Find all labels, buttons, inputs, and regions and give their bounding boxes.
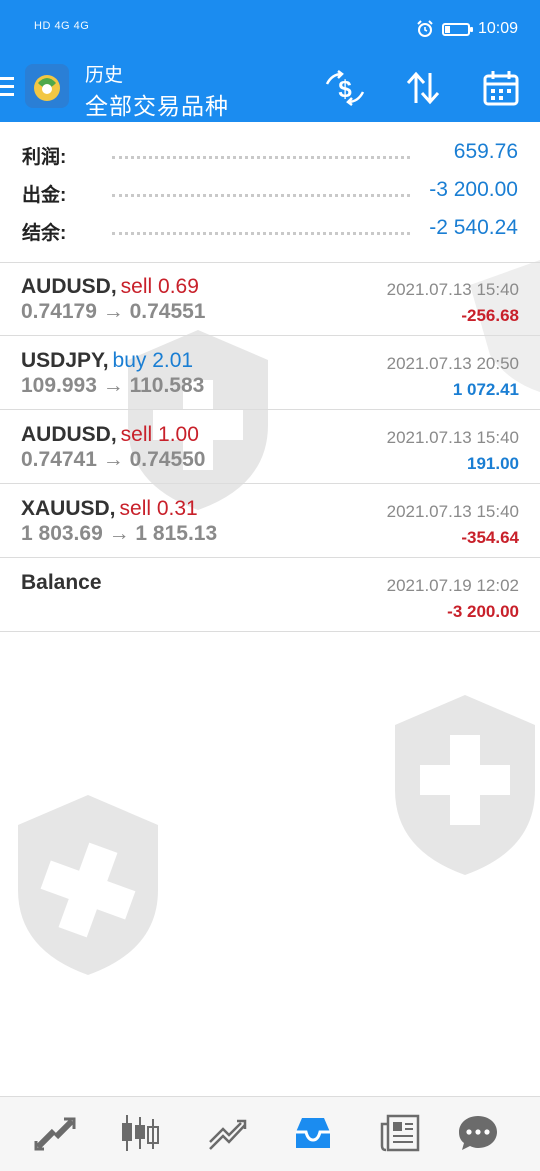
menu-icon[interactable] bbox=[0, 77, 14, 101]
summary-row-profit: 利润: 659.76 bbox=[0, 134, 540, 172]
summary-label: 结余: bbox=[22, 223, 67, 244]
sort-icon[interactable] bbox=[401, 66, 445, 110]
trade-symbol: AUDUSD, bbox=[21, 423, 117, 446]
trade-symbol: USDJPY, bbox=[21, 349, 109, 372]
summary-row-balance: 结余: -2 540.24 bbox=[0, 210, 540, 248]
chart-icon[interactable] bbox=[118, 1111, 162, 1155]
list-item[interactable]: XAUUSD, sell 0.31 1 803.69 → 1 815.13 202… bbox=[0, 484, 540, 558]
list-item[interactable]: USDJPY, buy 2.01 109.993 → 110.583 2021.0… bbox=[0, 336, 540, 410]
bottom-navigation bbox=[0, 1096, 540, 1171]
trade-prices: 0.74179 → 0.74551 bbox=[21, 300, 206, 323]
summary-value: -3 200.00 bbox=[429, 178, 518, 201]
network-status: HD 4G 4G bbox=[34, 20, 90, 32]
trade-side: sell 1.00 bbox=[120, 423, 199, 446]
watermark-shield-icon bbox=[385, 690, 540, 880]
dotted-leader bbox=[112, 232, 410, 235]
trade-profit: 1 072.41 bbox=[452, 380, 519, 399]
dotted-leader bbox=[112, 156, 410, 159]
app-header: HD 4G 4G 10:09 历史 全部交易品种 $ bbox=[0, 0, 540, 122]
trade-time: 2021.07.19 12:02 bbox=[386, 576, 519, 595]
trade-prices: 1 803.69 → 1 815.13 bbox=[21, 522, 218, 545]
trade-profit: -256.68 bbox=[461, 306, 519, 325]
summary-row-withdrawal: 出金: -3 200.00 bbox=[0, 172, 540, 210]
history-summary: 利润: 659.76 出金: -3 200.00 结余: -2 540.24 bbox=[0, 134, 540, 248]
list-item[interactable]: Balance 2021.07.19 12:02 -3 200.00 bbox=[0, 558, 540, 632]
battery-icon bbox=[441, 22, 473, 36]
header-subtitle: 历史 bbox=[85, 65, 124, 86]
header-title[interactable]: 全部交易品种 bbox=[85, 87, 229, 121]
trade-side: sell 0.69 bbox=[120, 275, 199, 298]
list-item[interactable]: AUDUSD, sell 1.00 0.74741 → 0.74550 2021.… bbox=[0, 410, 540, 484]
trade-time: 2021.07.13 15:40 bbox=[386, 280, 519, 299]
trade-side: buy 2.01 bbox=[112, 349, 194, 372]
calendar-icon[interactable] bbox=[479, 66, 523, 110]
status-bar: HD 4G 4G 10:09 bbox=[0, 0, 540, 58]
summary-label: 出金: bbox=[22, 185, 67, 206]
trade-prices: 0.74741 → 0.74550 bbox=[21, 448, 206, 471]
trade-profit: -3 200.00 bbox=[447, 602, 519, 621]
trade-prices: 109.993 → 110.583 bbox=[21, 374, 205, 397]
trade-side: sell 0.31 bbox=[119, 497, 198, 520]
history-icon[interactable] bbox=[291, 1111, 335, 1155]
watermark-shield-icon bbox=[8, 790, 168, 980]
metatrader-logo-icon bbox=[24, 63, 70, 109]
trade-time: 2021.07.13 15:40 bbox=[386, 502, 519, 521]
trade-icon[interactable] bbox=[206, 1111, 250, 1155]
trade-time: 2021.07.13 15:40 bbox=[386, 428, 519, 447]
trade-symbol: XAUUSD, bbox=[21, 497, 116, 520]
summary-value: -2 540.24 bbox=[429, 216, 518, 239]
trade-history-list: AUDUSD, sell 0.69 0.74179 → 0.74551 2021.… bbox=[0, 262, 540, 632]
summary-label: 利润: bbox=[22, 147, 67, 168]
trade-symbol: AUDUSD, bbox=[21, 275, 117, 298]
chat-icon[interactable] bbox=[456, 1111, 500, 1155]
news-icon[interactable] bbox=[378, 1111, 422, 1155]
alarm-icon bbox=[417, 20, 433, 37]
currency-exchange-icon[interactable]: $ bbox=[323, 66, 367, 110]
quotes-icon[interactable] bbox=[33, 1111, 77, 1155]
summary-value: 659.76 bbox=[453, 140, 518, 163]
trade-time: 2021.07.13 20:50 bbox=[386, 354, 519, 373]
list-item[interactable]: AUDUSD, sell 0.69 0.74179 → 0.74551 2021.… bbox=[0, 262, 540, 336]
trade-profit: 191.00 bbox=[467, 454, 519, 473]
dotted-leader bbox=[112, 194, 410, 197]
trade-profit: -354.64 bbox=[461, 528, 519, 547]
trade-symbol: Balance bbox=[21, 571, 102, 594]
clock: 10:09 bbox=[477, 20, 518, 37]
